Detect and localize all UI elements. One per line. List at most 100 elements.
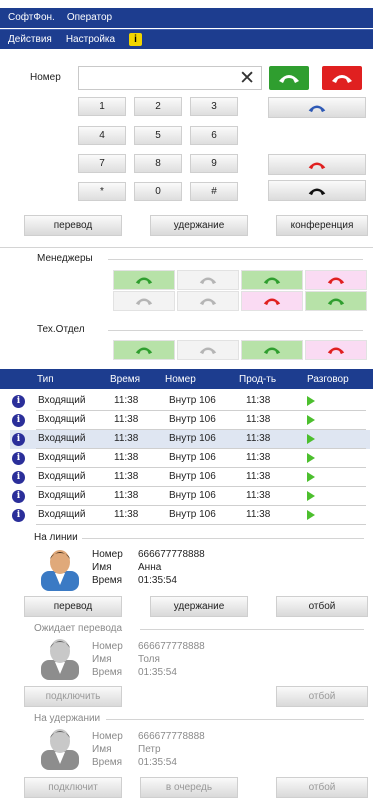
line-cell-green[interactable] [305, 291, 367, 311]
line-button-red[interactable] [268, 154, 366, 175]
phone-icon [135, 298, 153, 306]
on-hold-name: Петр [138, 744, 161, 755]
table-row[interactable]: i Входящий 11:38 Внутр 106 11:38 [10, 411, 370, 430]
table-row[interactable]: i Входящий 11:38 Внутр 106 11:38 [10, 392, 370, 411]
phone-icon [199, 347, 217, 355]
awaiting-labels: Номер Имя Время [92, 640, 123, 679]
info-icon[interactable]: i [12, 433, 25, 446]
on-line-hold-button[interactable]: удержание [150, 596, 248, 617]
on-line-hangup-button[interactable]: отбой [276, 596, 368, 617]
cell-number: Внутр 106 [169, 471, 216, 482]
cell-duration: 11:38 [246, 395, 271, 406]
awaiting-values: 666677778888 Толя 01:35:54 [138, 640, 205, 679]
key-4[interactable]: 5 [134, 126, 182, 145]
awaiting-number: 666677778888 [138, 641, 205, 652]
conference-button[interactable]: конференция [276, 215, 368, 236]
line-cell-pink[interactable] [305, 340, 367, 360]
line-cell-green[interactable] [241, 270, 303, 290]
table-row[interactable]: i Входящий 11:38 Внутр 106 11:38 [10, 506, 370, 525]
number-label: Номер [92, 549, 123, 560]
transfer-button[interactable]: перевод [24, 215, 122, 236]
cell-number: Внутр 106 [169, 414, 216, 425]
number-label: Номер [30, 72, 61, 83]
info-icon[interactable]: i [129, 33, 143, 46]
play-icon[interactable] [307, 453, 315, 463]
table-row[interactable]: i Входящий 11:38 Внутр 106 11:38 [10, 449, 370, 468]
info-icon[interactable]: i [12, 509, 25, 522]
on-hold-hangup-button[interactable]: отбой [276, 777, 368, 798]
awaiting-hangup-button[interactable]: отбой [276, 686, 368, 707]
line-cell-gray[interactable] [177, 270, 239, 290]
col-time[interactable]: Время [110, 374, 140, 385]
key-1[interactable]: 2 [134, 97, 182, 116]
play-icon[interactable] [307, 472, 315, 482]
key-10[interactable]: 0 [134, 182, 182, 201]
play-icon[interactable] [307, 434, 315, 444]
info-icon[interactable]: i [12, 414, 25, 427]
line-cell-green[interactable] [113, 270, 175, 290]
cell-time: 11:38 [114, 490, 139, 501]
play-icon[interactable] [307, 510, 315, 520]
number-input[interactable]: ✕ [78, 66, 262, 90]
line-cell-green[interactable] [113, 340, 175, 360]
divider [106, 719, 364, 720]
on-hold-queue-button[interactable]: в очередь [140, 777, 238, 798]
menu-settings[interactable]: Настройка [66, 34, 115, 45]
call-button[interactable] [269, 66, 309, 90]
col-number[interactable]: Номер [165, 374, 196, 385]
play-icon[interactable] [307, 491, 315, 501]
clear-icon[interactable]: ✕ [239, 68, 255, 88]
play-icon[interactable] [307, 415, 315, 425]
col-duration[interactable]: Прод-ть [239, 374, 276, 385]
title-bar: СофтФон. Оператор [0, 8, 373, 28]
key-9[interactable]: * [78, 182, 126, 201]
awaiting-connect-button[interactable]: подключить [24, 686, 122, 707]
key-3[interactable]: 4 [78, 126, 126, 145]
on-hold-connect-button[interactable]: подключит [24, 777, 122, 798]
calls-table-header: Тип Время Номер Прод-ть Разговор [0, 369, 373, 389]
play-icon[interactable] [307, 396, 315, 406]
phone-icon [263, 298, 281, 306]
info-icon[interactable]: i [12, 490, 25, 503]
on-line-title: На линии [34, 532, 78, 543]
line-button-black[interactable] [268, 180, 366, 201]
on-hold-title: На удержании [34, 713, 101, 724]
group-label-tech: Тех.Отдел [37, 324, 85, 335]
row-divider [36, 524, 366, 525]
line-button-blue[interactable] [268, 97, 366, 118]
phone-icon [199, 298, 217, 306]
line-cell-pink[interactable] [305, 270, 367, 290]
menu-actions[interactable]: Действия [8, 34, 52, 45]
table-row[interactable]: i Входящий 11:38 Внутр 106 11:38 [10, 430, 370, 449]
key-2[interactable]: 3 [190, 97, 238, 116]
phone-icon [263, 347, 281, 355]
line-cell-gray[interactable] [113, 291, 175, 311]
awaiting-name: Толя [138, 654, 160, 665]
key-6[interactable]: 7 [78, 154, 126, 173]
hangup-button[interactable] [322, 66, 362, 90]
info-icon[interactable]: i [12, 471, 25, 484]
col-type[interactable]: Тип [37, 374, 54, 385]
col-talk[interactable]: Разговор [307, 374, 349, 385]
info-icon[interactable]: i [12, 452, 25, 465]
on-line-values: 666677778888 Анна 01:35:54 [138, 548, 205, 587]
line-cell-gray[interactable] [177, 291, 239, 311]
key-7[interactable]: 8 [134, 154, 182, 173]
name-label: Имя [92, 562, 112, 573]
line-cell-gray[interactable] [177, 340, 239, 360]
key-8[interactable]: 9 [190, 154, 238, 173]
key-5[interactable]: 6 [190, 126, 238, 145]
line-cell-green[interactable] [241, 340, 303, 360]
info-icon[interactable]: i [12, 395, 25, 408]
hold-button[interactable]: удержание [150, 215, 248, 236]
on-line-transfer-button[interactable]: перевод [24, 596, 122, 617]
cell-time: 11:38 [114, 414, 139, 425]
phone-icon [327, 298, 345, 306]
key-11[interactable]: # [190, 182, 238, 201]
line-cell-pink[interactable] [241, 291, 303, 311]
table-row[interactable]: i Входящий 11:38 Внутр 106 11:38 [10, 468, 370, 487]
group-label-managers: Менеджеры [37, 253, 93, 264]
key-0[interactable]: 1 [78, 97, 126, 116]
cell-duration: 11:38 [246, 433, 271, 444]
table-row[interactable]: i Входящий 11:38 Внутр 106 11:38 [10, 487, 370, 506]
